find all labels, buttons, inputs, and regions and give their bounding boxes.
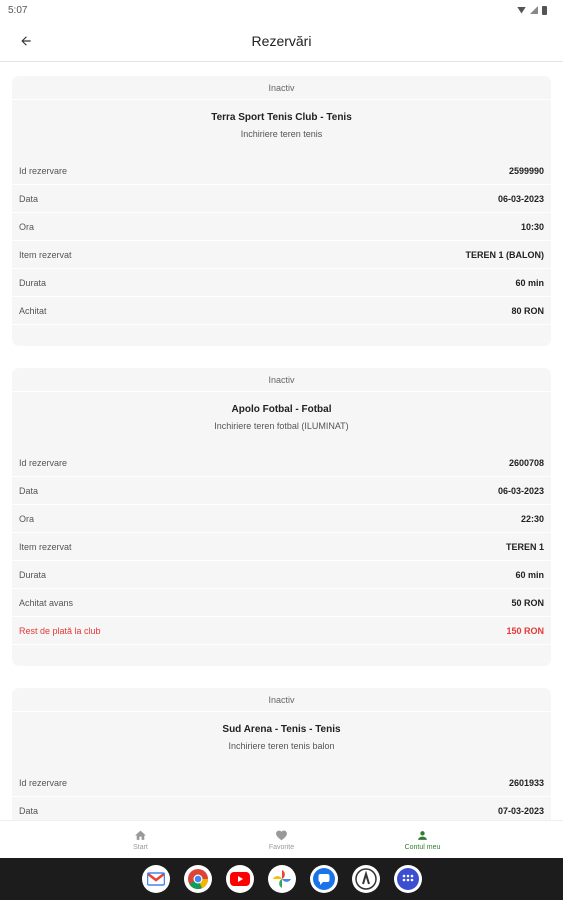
row-label: Durata: [19, 277, 47, 288]
row-value: 07-03-2023: [497, 805, 544, 816]
reservation-status: Inactiv: [12, 688, 551, 712]
detail-row-id: Id rezervare 2600708: [12, 449, 551, 477]
reservation-description: Inchiriere teren tenis: [240, 129, 323, 139]
detail-row-time: Ora 10:30: [12, 213, 551, 241]
detail-row-date: Data 06-03-2023: [12, 185, 551, 213]
status-time: 5:07: [8, 4, 28, 16]
row-label: Achitat avans: [19, 597, 74, 608]
app-drawer-icon[interactable]: [393, 865, 422, 893]
row-value: 2599990: [508, 165, 544, 176]
detail-row-advance: Achitat avans 50 RON: [12, 589, 551, 617]
heart-icon: [276, 830, 287, 840]
reservation-status: Inactiv: [12, 368, 551, 392]
back-button[interactable]: [14, 29, 38, 53]
signal-icon: [530, 6, 538, 14]
detail-row-id: Id rezervare 2599990: [12, 157, 551, 185]
row-value: 80 RON: [511, 305, 544, 316]
detail-row-date: Data 06-03-2023: [12, 477, 551, 505]
row-value: 60 min: [515, 277, 544, 288]
page-title: Rezervări: [251, 32, 312, 49]
detail-row-remaining: Rest de plată la club 150 RON: [12, 617, 551, 645]
row-label: Item rezervat: [19, 541, 72, 552]
reservation-description: Inchiriere teren fotbal (ILUMINAT): [214, 421, 349, 431]
row-label: Item rezervat: [19, 249, 72, 260]
reservation-club: Apolo Fotbal - Fotbal: [231, 404, 332, 415]
nav-start[interactable]: Start: [91, 829, 191, 851]
nav-account[interactable]: Contul meu: [373, 829, 473, 851]
row-label: Id rezervare: [19, 777, 68, 788]
reservation-description: Inchiriere teren tenis balon: [228, 741, 335, 751]
row-value: 06-03-2023: [497, 485, 544, 496]
wifi-icon: [517, 6, 526, 14]
nav-label: Favorite: [268, 843, 295, 851]
detail-row-id: Id rezervare 2601933: [12, 769, 551, 797]
row-value: 2601933: [508, 777, 544, 788]
home-icon: [135, 830, 146, 840]
detail-row-time: Ora 22:30: [12, 505, 551, 533]
battery-icon: [542, 5, 547, 15]
gmail-icon[interactable]: [141, 865, 170, 893]
taskbar: [0, 858, 563, 900]
bottom-navigation: Start Favorite Contul meu: [0, 820, 563, 858]
detail-row-date: Data 07-03-2023: [12, 797, 551, 820]
row-value: 06-03-2023: [497, 193, 544, 204]
row-label: Data: [19, 193, 39, 204]
row-value: 150 RON: [506, 625, 544, 636]
row-label: Durata: [19, 569, 47, 580]
messages-icon[interactable]: [309, 865, 338, 893]
row-label: Data: [19, 805, 39, 816]
row-value: 60 min: [515, 569, 544, 580]
app-icon[interactable]: [351, 865, 380, 893]
row-label: Rest de plată la club: [19, 625, 101, 636]
detail-row-paid: Achitat 80 RON: [12, 297, 551, 325]
reservation-card[interactable]: Inactiv Sud Arena - Tenis - Tenis Inchir…: [12, 688, 551, 820]
row-label: Data: [19, 485, 39, 496]
detail-row-item: Item rezervat TEREN 1 (BALON): [12, 241, 551, 269]
reservation-club: Sud Arena - Tenis - Tenis: [222, 724, 341, 735]
detail-row-duration: Durata 60 min: [12, 561, 551, 589]
photos-icon[interactable]: [267, 865, 296, 893]
chrome-icon[interactable]: [183, 865, 212, 893]
youtube-icon[interactable]: [225, 865, 254, 893]
row-value: 50 RON: [511, 597, 544, 608]
reservation-status: Inactiv: [12, 76, 551, 100]
reservation-club: Terra Sport Tenis Club - Tenis: [211, 112, 352, 123]
row-value: TEREN 1: [505, 541, 544, 552]
reservation-card[interactable]: Inactiv Apolo Fotbal - Fotbal Inchiriere…: [12, 368, 551, 666]
status-bar: 5:07: [0, 0, 563, 20]
nav-favorite[interactable]: Favorite: [232, 829, 332, 851]
row-value: 10:30: [520, 221, 544, 232]
detail-row-item: Item rezervat TEREN 1: [12, 533, 551, 561]
arrow-left-icon: [21, 36, 31, 46]
row-label: Id rezervare: [19, 457, 68, 468]
row-label: Achitat: [19, 305, 47, 316]
reservations-list[interactable]: Inactiv Terra Sport Tenis Club - Tenis I…: [0, 62, 563, 820]
detail-row-duration: Durata 60 min: [12, 269, 551, 297]
reservation-card[interactable]: Inactiv Terra Sport Tenis Club - Tenis I…: [12, 76, 551, 346]
row-value: 22:30: [520, 513, 544, 524]
row-label: Ora: [19, 513, 35, 524]
row-value: TEREN 1 (BALON): [465, 249, 545, 260]
person-icon: [418, 830, 427, 840]
nav-label: Contul meu: [404, 843, 441, 851]
nav-label: Start: [133, 843, 148, 851]
row-label: Ora: [19, 221, 35, 232]
row-value: 2600708: [508, 457, 544, 468]
row-label: Id rezervare: [19, 165, 68, 176]
app-bar: Rezervări: [0, 20, 563, 62]
